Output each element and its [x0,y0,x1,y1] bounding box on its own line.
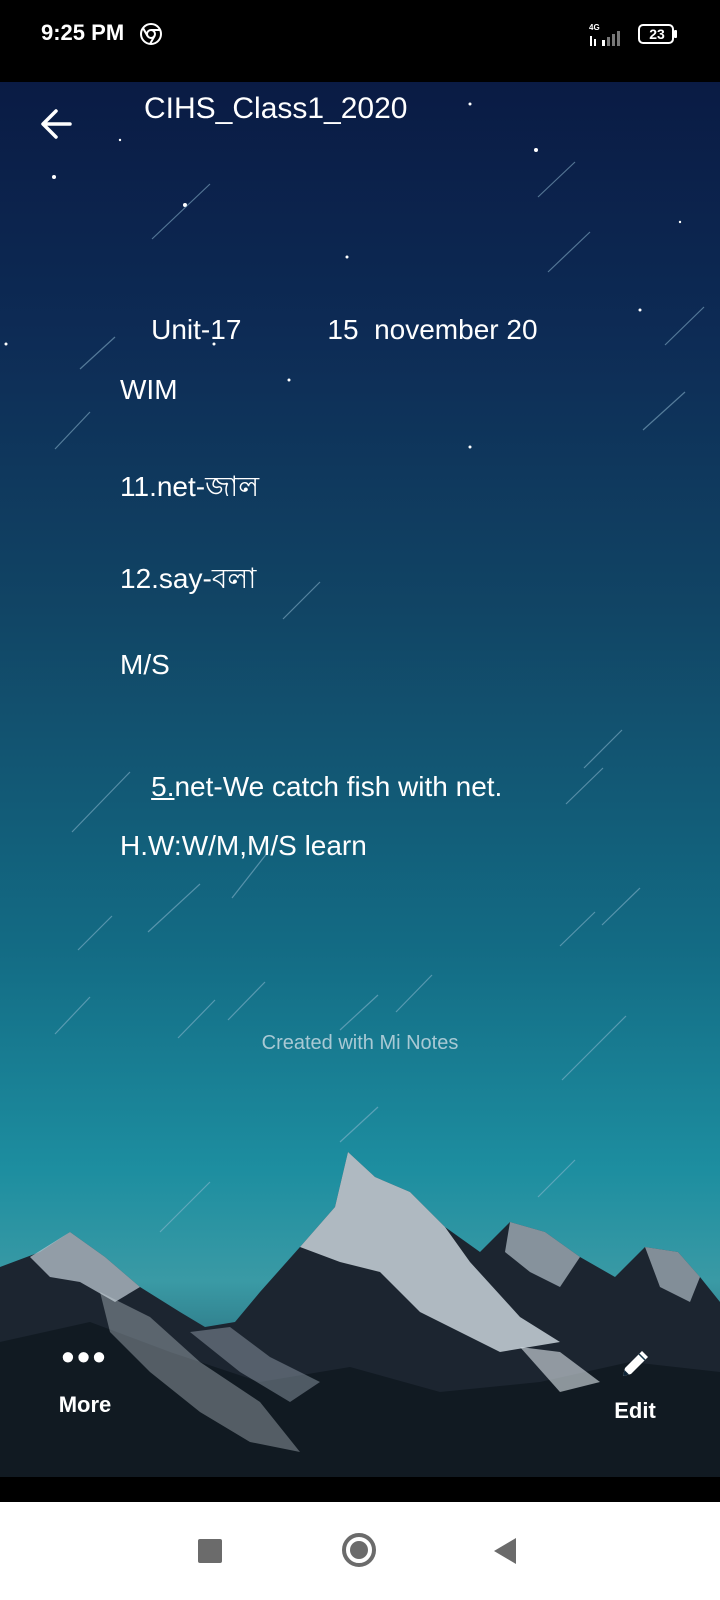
navigation-bar [0,1502,720,1600]
more-button[interactable]: ••• More [50,1336,120,1418]
signal-icon: 4G [589,23,620,46]
note-line-unit-date[interactable]: Unit-17 15 november 20 [120,282,538,378]
note-line-sentence[interactable]: 5.net-We catch fish with net. [120,739,502,835]
nav-strip [0,1477,720,1502]
date-text: 15 november 20 [327,314,538,345]
status-time: 9:25 PM [41,20,125,45]
created-with-credit: Created with Mi Notes [261,1032,459,1054]
edit-label: Edit [614,1398,656,1423]
mountain-background [0,1152,720,1477]
note-line[interactable]: WIM [120,374,178,406]
note-view: CIHS_Class1_2020 Unit-17 15 november 20 W… [0,82,720,1477]
back-arrow-icon[interactable] [36,102,80,146]
note-line[interactable]: H.W:W/M,M/S learn [120,830,367,862]
battery-level: 23 [649,26,665,42]
more-label: More [58,1392,112,1417]
home-button[interactable] [342,1533,376,1567]
note-line[interactable]: 11.net-জাল [120,465,259,512]
home-icon [350,1541,368,1559]
network-type: 4G [589,23,600,32]
note-title: CIHS_Class1_2020 [144,92,408,125]
recent-apps-button[interactable] [198,1539,222,1563]
unit-text: Unit-17 [151,314,242,345]
chrome-icon [140,23,162,45]
status-bar: 9:25 PM 4G 23 [0,0,720,82]
battery-icon: 23 [638,24,678,44]
edit-button[interactable]: Edit [600,1344,670,1424]
sentence-number: 5. [151,771,175,802]
note-line[interactable]: 12.say-বলা [120,557,256,604]
note-line[interactable]: M/S [120,649,170,681]
pencil-icon [623,1351,648,1376]
system-back-button[interactable] [494,1538,516,1564]
sentence-text: net-We catch fish with net. [174,771,503,802]
more-dots-icon: ••• [61,1336,109,1377]
